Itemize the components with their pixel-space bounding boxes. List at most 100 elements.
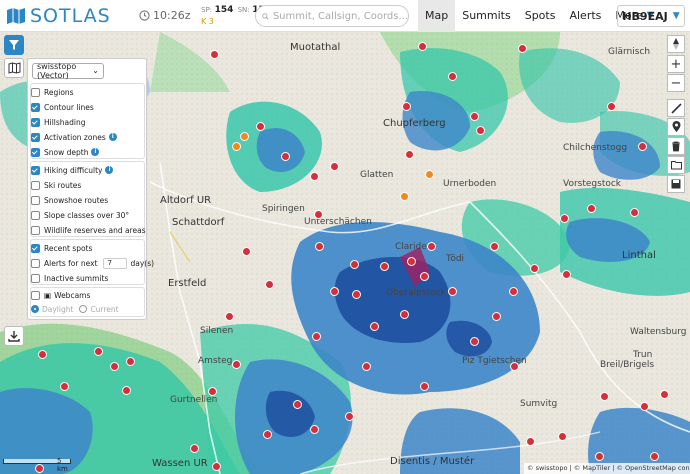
summit-marker[interactable] bbox=[660, 390, 669, 399]
checkbox[interactable] bbox=[31, 102, 40, 112]
option-activation-zones[interactable]: Activation zones i bbox=[31, 131, 117, 143]
summit-marker[interactable] bbox=[418, 42, 427, 51]
delete-button[interactable] bbox=[667, 137, 685, 155]
summit-marker[interactable] bbox=[526, 437, 535, 446]
summit-marker[interactable] bbox=[405, 150, 414, 159]
summit-marker[interactable] bbox=[350, 260, 359, 269]
summit-marker[interactable] bbox=[650, 452, 659, 461]
download-button[interactable] bbox=[4, 326, 24, 346]
spot-marker[interactable] bbox=[400, 192, 409, 201]
summit-marker[interactable] bbox=[210, 50, 219, 59]
summit-marker[interactable] bbox=[330, 162, 339, 171]
option-snowshoe-routes[interactable]: Snowshoe routes bbox=[31, 194, 108, 206]
summit-marker[interactable] bbox=[420, 272, 429, 281]
summit-marker[interactable] bbox=[562, 270, 571, 279]
spot-marker[interactable] bbox=[240, 132, 249, 141]
summit-marker[interactable] bbox=[407, 257, 416, 266]
save-button[interactable] bbox=[667, 175, 685, 193]
option-slope-classes[interactable]: Slope classes over 30° bbox=[31, 209, 129, 221]
summit-marker[interactable] bbox=[208, 387, 217, 396]
summit-marker[interactable] bbox=[330, 287, 339, 296]
summit-marker[interactable] bbox=[558, 432, 567, 441]
zoom-out-button[interactable]: − bbox=[667, 74, 685, 92]
summit-marker[interactable] bbox=[640, 402, 649, 411]
nav-spots[interactable]: Spots bbox=[518, 0, 563, 32]
callsign-button[interactable]: HB9EAJ ▼ bbox=[617, 5, 685, 27]
checkbox[interactable] bbox=[31, 132, 40, 142]
summit-marker[interactable] bbox=[256, 122, 265, 131]
info-icon[interactable]: i bbox=[108, 133, 117, 141]
summit-marker[interactable] bbox=[281, 152, 290, 161]
checkbox[interactable] bbox=[31, 225, 40, 235]
summit-marker[interactable] bbox=[510, 362, 519, 371]
spot-marker[interactable] bbox=[425, 170, 434, 179]
option-regions[interactable]: Regions bbox=[31, 86, 74, 98]
layers-filter-button[interactable] bbox=[4, 35, 24, 55]
summit-marker[interactable] bbox=[476, 126, 485, 135]
summit-marker[interactable] bbox=[312, 332, 321, 341]
summit-marker[interactable] bbox=[630, 208, 639, 217]
open-file-button[interactable] bbox=[667, 156, 685, 174]
info-icon[interactable]: i bbox=[105, 166, 114, 174]
option-contour-lines[interactable]: Contour lines bbox=[31, 101, 94, 113]
option-wildlife-reserves[interactable]: Wildlife reserves and areas bbox=[31, 224, 146, 236]
summit-marker[interactable] bbox=[60, 382, 69, 391]
summit-marker[interactable] bbox=[310, 425, 319, 434]
summit-marker[interactable] bbox=[190, 444, 199, 453]
checkbox[interactable] bbox=[31, 258, 40, 268]
summit-marker[interactable] bbox=[448, 287, 457, 296]
summit-marker[interactable] bbox=[560, 214, 569, 223]
summit-marker[interactable] bbox=[35, 464, 44, 473]
summit-marker[interactable] bbox=[380, 262, 389, 271]
summit-marker[interactable] bbox=[314, 210, 323, 219]
summit-marker[interactable] bbox=[352, 290, 361, 299]
summit-marker[interactable] bbox=[232, 360, 241, 369]
option-snow-depth[interactable]: Snow depth i bbox=[31, 146, 100, 158]
option-recent-spots[interactable]: Recent spots bbox=[31, 242, 92, 254]
summit-marker[interactable] bbox=[212, 462, 221, 471]
zoom-in-button[interactable]: + bbox=[667, 55, 685, 73]
summit-marker[interactable] bbox=[362, 362, 371, 371]
summit-marker[interactable] bbox=[518, 44, 527, 53]
summit-marker[interactable] bbox=[470, 337, 479, 346]
measure-button[interactable] bbox=[667, 99, 685, 117]
basemap-button[interactable] bbox=[4, 58, 24, 78]
summit-marker[interactable] bbox=[345, 412, 354, 421]
summit-marker[interactable] bbox=[265, 280, 274, 289]
checkbox[interactable] bbox=[31, 117, 40, 127]
option-hillshading[interactable]: Hillshading bbox=[31, 116, 86, 128]
summit-marker[interactable] bbox=[587, 204, 596, 213]
alerts-days-input[interactable]: 7 bbox=[103, 257, 128, 269]
radio-daylight[interactable] bbox=[31, 305, 39, 313]
locate-button[interactable] bbox=[667, 118, 685, 136]
spot-marker[interactable] bbox=[232, 142, 241, 151]
map-attribution[interactable]: © swisstopo | © MapTiler | © OpenStreetM… bbox=[524, 463, 690, 474]
summit-marker[interactable] bbox=[638, 142, 647, 151]
app-logo[interactable]: SOTLAS bbox=[6, 5, 111, 27]
checkbox[interactable] bbox=[31, 87, 40, 97]
summit-marker[interactable] bbox=[400, 310, 409, 319]
option-alerts[interactable]: Alerts for next 7 day(s) bbox=[31, 257, 154, 269]
summit-marker[interactable] bbox=[38, 350, 47, 359]
option-webcams[interactable]: ▣ Webcams bbox=[31, 289, 90, 301]
checkbox[interactable] bbox=[31, 273, 40, 283]
summit-marker[interactable] bbox=[492, 312, 501, 321]
checkbox[interactable] bbox=[31, 210, 40, 220]
option-inactive-summits[interactable]: Inactive summits bbox=[31, 272, 108, 284]
summit-marker[interactable] bbox=[110, 362, 119, 371]
search-input[interactable]: Summit, Callsign, Coords... bbox=[255, 5, 409, 27]
summit-marker[interactable] bbox=[225, 312, 234, 321]
summit-marker[interactable] bbox=[595, 452, 604, 461]
summit-marker[interactable] bbox=[420, 382, 429, 391]
summit-marker[interactable] bbox=[94, 347, 103, 356]
compass-button[interactable] bbox=[667, 35, 685, 53]
summit-marker[interactable] bbox=[315, 242, 324, 251]
summit-marker[interactable] bbox=[448, 72, 457, 81]
nav-summits[interactable]: Summits bbox=[455, 0, 518, 32]
summit-marker[interactable] bbox=[427, 242, 436, 251]
summit-marker[interactable] bbox=[310, 172, 319, 181]
summit-marker[interactable] bbox=[509, 287, 518, 296]
basemap-select[interactable]: swisstopo (Vector) ⌄ bbox=[32, 62, 104, 80]
summit-marker[interactable] bbox=[530, 264, 539, 273]
summit-marker[interactable] bbox=[293, 400, 302, 409]
